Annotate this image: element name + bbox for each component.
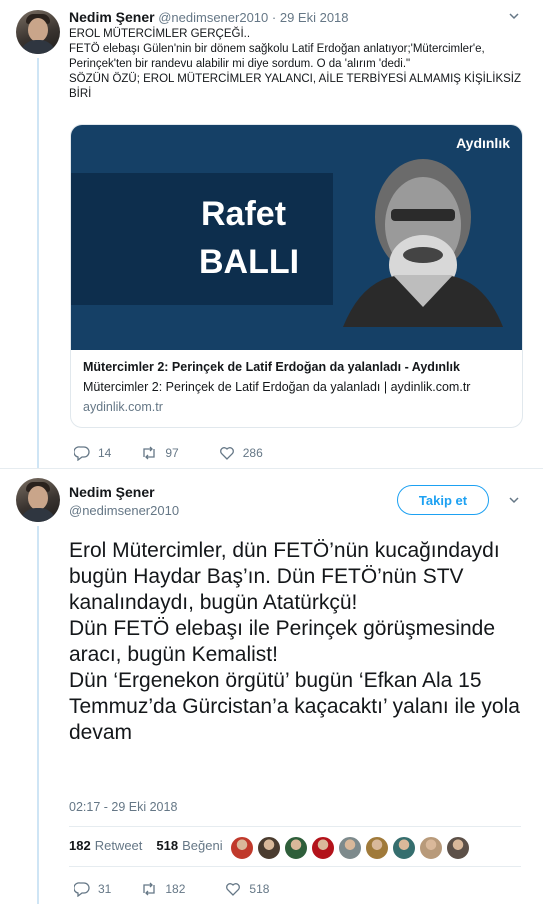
author-name[interactable]: Nedim Şener [69, 484, 155, 500]
retweet-icon [143, 446, 156, 460]
chevron-down-icon[interactable] [506, 494, 522, 510]
heart-icon [219, 447, 234, 460]
card-title[interactable]: Mütercimler 2: Perinçek de Latif Erdoğan… [83, 360, 460, 374]
liker-avatar[interactable] [257, 836, 281, 860]
like-count: 286 [242, 446, 263, 460]
author-handle[interactable]: @nedimsener2010 [158, 10, 268, 25]
avatar[interactable] [16, 10, 60, 54]
retweet-button[interactable]: 97 [141, 445, 179, 461]
tweet-text-line: Dün ‘Ergenekon örgütü’ bugün ‘Efkan Ala … [69, 669, 520, 744]
tweet-text: EROL MÜTERCİMLER GERÇEĞİ.. FETÖ elebaşı … [69, 27, 529, 102]
avatar[interactable] [16, 478, 60, 522]
reply-button[interactable]: 14 [74, 445, 111, 461]
reply-icon [74, 446, 90, 461]
liker-avatar[interactable] [446, 836, 470, 860]
tweet-text: Erol Mütercimler, dün FETÖ’nün kucağında… [69, 538, 529, 746]
retweet-count: 182 [165, 882, 186, 896]
tweet-date[interactable]: 29 Eki 2018 [280, 10, 349, 25]
tweet-text-line: Dün FETÖ elebaşı ile Perinçek görüşmesin… [69, 617, 496, 666]
reply-button[interactable]: 31 [74, 881, 111, 897]
thread-line-top [37, 58, 39, 468]
thread-line-bottom [37, 526, 39, 904]
heart-icon [226, 883, 241, 896]
follow-button[interactable]: Takip et [397, 485, 489, 515]
reply-icon [74, 882, 90, 897]
divider [69, 826, 521, 827]
liker-avatar[interactable] [392, 836, 416, 860]
liker-avatar[interactable] [338, 836, 362, 860]
liker-avatar[interactable] [230, 836, 254, 860]
tweet-header: Nedim Şener @nedimsener2010 · 29 Eki 201… [69, 9, 349, 25]
retweet-label[interactable]: Retweet [95, 838, 143, 853]
author-handle[interactable]: @nedimsener2010 [69, 503, 179, 518]
liker-avatar[interactable] [419, 836, 443, 860]
card-domain: aydinlik.com.tr [83, 400, 163, 414]
liker-avatars[interactable] [230, 836, 473, 860]
reply-count: 31 [98, 882, 112, 896]
tweet-actions: 14 97 286 [74, 445, 307, 461]
retweet-icon [143, 882, 156, 896]
card-image-title: Rafet [201, 195, 287, 233]
liker-avatar[interactable] [284, 836, 308, 860]
like-total[interactable]: 518 [156, 838, 178, 853]
tweet-actions: 31 182 518 [74, 881, 313, 897]
card-description: Mütercimler 2: Perinçek de Latif Erdoğan… [83, 380, 471, 394]
like-count: 518 [249, 882, 270, 896]
tweet-timestamp[interactable]: 02:17 - 29 Eki 2018 [69, 800, 177, 814]
reply-count: 14 [98, 446, 112, 460]
liker-avatar[interactable] [311, 836, 335, 860]
card-image-subtitle: BALLI [199, 243, 300, 281]
author-name[interactable]: Nedim Şener [69, 9, 155, 25]
tweet-text-line: FETÖ elebaşı Gülen'nin bir dönem sağkolu… [69, 43, 488, 70]
retweet-button[interactable]: 182 [141, 881, 185, 897]
like-button[interactable]: 518 [225, 881, 269, 897]
portrait-image [343, 159, 503, 327]
tweet-text-line: EROL MÜTERCİMLER GERÇEĞİ.. [69, 28, 251, 40]
tweet-text-line: SÖZÜN ÖZÜ; EROL MÜTERCİMLER YALANCI, AİL… [69, 73, 525, 100]
link-card[interactable]: Aydınlık Rafet BALLI Mütercimler 2: Peri… [70, 124, 523, 428]
retweet-count: 97 [165, 446, 179, 460]
tweet-text-line: Erol Mütercimler, dün FETÖ’nün kucağında… [69, 539, 500, 614]
like-button[interactable]: 286 [219, 445, 263, 461]
retweet-total[interactable]: 182 [69, 838, 91, 853]
chevron-down-icon[interactable] [506, 10, 522, 26]
tweet-stats: 182 Retweet 518 Beğeni [69, 838, 223, 853]
liker-avatar[interactable] [365, 836, 389, 860]
divider [0, 468, 543, 469]
divider [69, 866, 521, 867]
like-label[interactable]: Beğeni [182, 838, 222, 853]
card-image: Aydınlık Rafet BALLI [71, 125, 522, 350]
